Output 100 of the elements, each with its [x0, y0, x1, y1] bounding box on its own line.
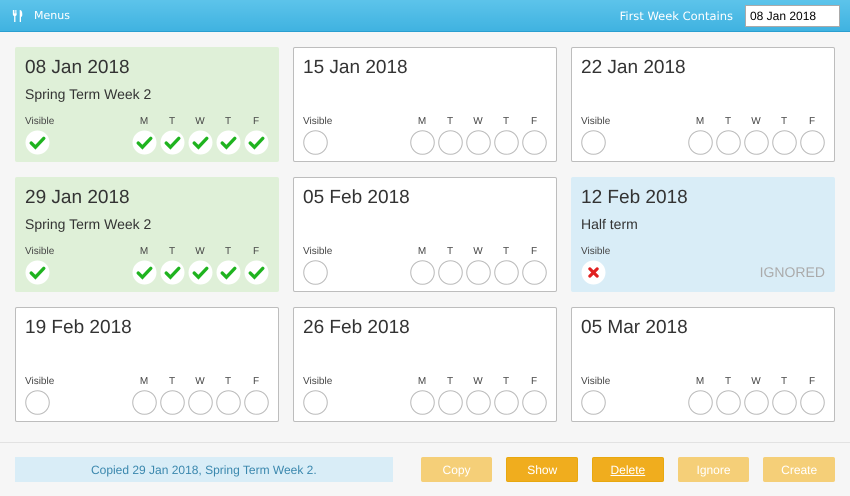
- week-card[interactable]: 12 Feb 2018 Half term Visible IGNORED: [571, 177, 835, 292]
- day-checkbox[interactable]: [438, 390, 462, 415]
- day-label: M: [418, 116, 426, 127]
- visible-checkbox[interactable]: [303, 130, 328, 155]
- day-label: W: [473, 246, 483, 257]
- day-checkbox[interactable]: [438, 260, 462, 285]
- day-checkbox[interactable]: [744, 130, 768, 155]
- day-label: T: [224, 116, 232, 127]
- day-checkbox[interactable]: [188, 130, 212, 155]
- week-card[interactable]: 05 Mar 2018 Visible M T W T F: [571, 307, 835, 422]
- day-checkbox[interactable]: [132, 390, 156, 415]
- week-card[interactable]: 19 Feb 2018 Visible M T W T F: [15, 307, 279, 422]
- day-checkbox[interactable]: [410, 130, 434, 155]
- day-label: T: [780, 116, 788, 127]
- day-label: T: [224, 376, 232, 387]
- day-checkbox[interactable]: [800, 390, 824, 415]
- day-label: W: [195, 376, 205, 387]
- day-checkbox[interactable]: [188, 260, 212, 285]
- visible-checkbox[interactable]: [25, 260, 50, 285]
- day-checkbox[interactable]: [244, 390, 268, 415]
- day-checkbox[interactable]: [466, 390, 490, 415]
- week-date: 26 Feb 2018: [303, 316, 411, 340]
- day-label: T: [724, 376, 732, 387]
- date-field[interactable]: 08 Jan 2018: [745, 4, 840, 26]
- day-checkbox[interactable]: [466, 260, 490, 285]
- visible-checkbox[interactable]: [25, 390, 50, 415]
- day-checkbox[interactable]: [216, 260, 240, 285]
- day-label: T: [502, 116, 510, 127]
- week-date: 12 Feb 2018: [581, 186, 689, 210]
- day-label: M: [140, 376, 148, 387]
- menu-name: Spring Term Week 2: [25, 216, 152, 232]
- day-label: T: [446, 116, 454, 127]
- day-label: T: [168, 376, 176, 387]
- day-checkbox[interactable]: [494, 390, 518, 415]
- day-checkbox[interactable]: [744, 390, 768, 415]
- week-card[interactable]: 15 Jan 2018 Visible M T W T F: [293, 47, 557, 162]
- day-checkbox[interactable]: [132, 130, 156, 155]
- day-checkbox[interactable]: [410, 260, 434, 285]
- day-checkbox[interactable]: [772, 130, 796, 155]
- day-label: T: [224, 246, 232, 257]
- menu-name: Half term: [581, 216, 638, 232]
- visible-label: Visible: [303, 376, 332, 387]
- day-label: M: [140, 116, 148, 127]
- first-week-label: First Week Contains: [620, 8, 733, 22]
- visible-checkbox[interactable]: [303, 390, 328, 415]
- day-checkbox[interactable]: [522, 390, 546, 415]
- day-label: F: [252, 376, 260, 387]
- day-checkbox[interactable]: [410, 390, 434, 415]
- day-checkbox[interactable]: [160, 390, 184, 415]
- day-checkbox[interactable]: [466, 130, 490, 155]
- day-label: F: [530, 376, 538, 387]
- day-checkbox[interactable]: [688, 130, 712, 155]
- status-label: IGNORED: [760, 264, 825, 280]
- visible-label: Visible: [25, 246, 54, 257]
- day-checkbox[interactable]: [244, 130, 268, 155]
- week-date: 08 Jan 2018: [25, 56, 131, 80]
- week-card[interactable]: 05 Feb 2018 Visible M T W T F: [293, 177, 557, 292]
- day-label: W: [751, 116, 761, 127]
- week-card[interactable]: 29 Jan 2018 Spring Term Week 2 Visible M T W T F: [15, 177, 279, 292]
- day-checkbox[interactable]: [160, 130, 184, 155]
- day-checkbox[interactable]: [716, 390, 740, 415]
- day-checkbox[interactable]: [132, 260, 156, 285]
- visible-checkbox[interactable]: [581, 390, 606, 415]
- day-checkbox[interactable]: [216, 390, 240, 415]
- day-label: W: [473, 116, 483, 127]
- visible-checkbox[interactable]: [581, 130, 606, 155]
- week-card[interactable]: 26 Feb 2018 Visible M T W T F: [293, 307, 557, 422]
- day-checkbox[interactable]: [244, 260, 268, 285]
- visible-checkbox[interactable]: [303, 260, 328, 285]
- day-label: M: [418, 246, 426, 257]
- day-label: F: [530, 246, 538, 257]
- week-card[interactable]: 08 Jan 2018 Spring Term Week 2 Visible M T W T F: [15, 47, 279, 162]
- day-label: M: [418, 376, 426, 387]
- day-label: F: [252, 116, 260, 127]
- day-checkbox[interactable]: [216, 130, 240, 155]
- day-checkbox[interactable]: [772, 390, 796, 415]
- week-date: 29 Jan 2018: [25, 186, 131, 210]
- day-checkbox[interactable]: [494, 130, 518, 155]
- day-checkbox[interactable]: [188, 390, 212, 415]
- day-checkbox[interactable]: [494, 260, 518, 285]
- visible-checkbox[interactable]: [581, 260, 606, 285]
- day-checkbox[interactable]: [522, 130, 546, 155]
- day-label: F: [808, 376, 816, 387]
- week-date: 22 Jan 2018: [581, 56, 687, 80]
- day-label: T: [446, 246, 454, 257]
- day-checkbox[interactable]: [716, 130, 740, 155]
- day-checkbox[interactable]: [688, 390, 712, 415]
- day-label: T: [502, 246, 510, 257]
- day-checkbox[interactable]: [160, 260, 184, 285]
- day-label: T: [446, 376, 454, 387]
- visible-checkbox[interactable]: [25, 130, 50, 155]
- day-label: M: [696, 116, 704, 127]
- day-checkbox[interactable]: [522, 260, 546, 285]
- visible-label: Visible: [581, 246, 610, 257]
- day-checkbox[interactable]: [800, 130, 824, 155]
- visible-label: Visible: [581, 376, 610, 387]
- week-card[interactable]: 22 Jan 2018 Visible M T W T F: [571, 47, 835, 162]
- day-checkbox[interactable]: [438, 130, 462, 155]
- week-date: 19 Feb 2018: [25, 316, 133, 340]
- day-label: F: [530, 116, 538, 127]
